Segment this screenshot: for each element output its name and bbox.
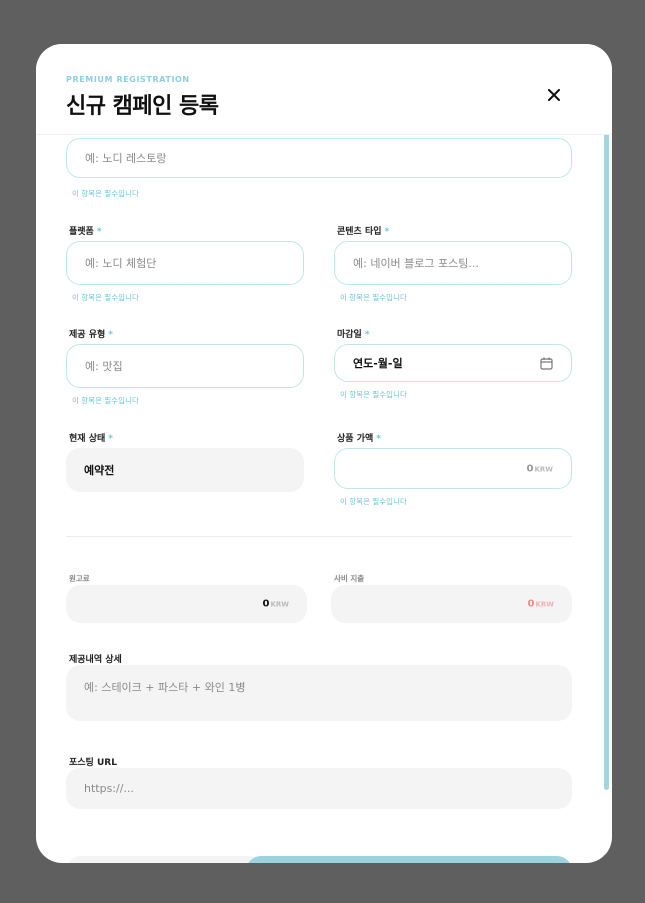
product-price-input[interactable]: 0 KRW — [334, 448, 572, 489]
posting-url-label: 포스팅 URL — [69, 758, 117, 768]
campaign-name-placeholder: 예: 노디 레스토랑 — [85, 152, 167, 165]
fee-suffix: 0 KRW — [262, 598, 289, 610]
content-type-input[interactable]: 예: 네이버 블로그 포스팅... — [334, 241, 572, 285]
own-expense-label: 사비 지출 — [334, 574, 365, 583]
own-expense-suffix: 0 KRW — [527, 598, 554, 610]
offer-type-hint: 이 항목은 필수입니다 — [72, 396, 139, 405]
platform-placeholder: 예: 노디 체험단 — [85, 257, 157, 270]
scrollbar-thumb[interactable] — [604, 94, 609, 790]
offer-type-label: 제공 유형 * — [69, 330, 113, 340]
deadline-date-input[interactable]: 연도-월-일 — [334, 344, 572, 382]
campaign-name-hint: 이 항목은 필수입니다 — [72, 189, 139, 198]
platform-input[interactable]: 예: 노디 체험단 — [66, 241, 304, 285]
status-label: 현재 상태 * — [69, 434, 113, 444]
offer-type-input[interactable]: 예: 맛집 — [66, 344, 304, 388]
close-button[interactable] — [541, 82, 567, 108]
offer-detail-textarea[interactable]: 예: 스테이크 + 파스타 + 와인 1병 — [66, 665, 572, 721]
posting-url-placeholder: https://... — [84, 782, 134, 795]
fee-label: 원고료 — [69, 574, 90, 583]
offer-detail-placeholder: 예: 스테이크 + 파스타 + 와인 1병 — [84, 681, 246, 694]
modal-header: PREMIUM REGISTRATION 신규 캠페인 등록 — [36, 44, 612, 135]
deadline-hint: 이 항목은 필수입니다 — [340, 390, 407, 399]
product-price-suffix: 0 KRW — [526, 463, 553, 474]
content-type-hint: 이 항목은 필수입니다 — [340, 293, 407, 302]
eyebrow-label: PREMIUM REGISTRATION — [66, 75, 190, 84]
section-divider — [66, 536, 572, 537]
campaign-registration-modal: PREMIUM REGISTRATION 신규 캠페인 등록 예: 노디 레스토… — [36, 44, 612, 863]
product-price-label: 상품 가액 * — [337, 434, 381, 444]
offer-type-placeholder: 예: 맛집 — [85, 360, 123, 373]
campaign-name-input[interactable]: 예: 노디 레스토랑 — [66, 138, 572, 178]
close-icon — [548, 89, 560, 101]
status-select[interactable]: 예약전 — [66, 448, 304, 492]
product-price-hint: 이 항목은 필수입니다 — [340, 497, 407, 506]
cancel-button[interactable] — [66, 856, 262, 863]
deadline-label: 마감일 * — [337, 330, 370, 340]
offer-detail-label: 제공내역 상세 — [69, 655, 122, 665]
scroll-down-arrow[interactable] — [603, 855, 609, 859]
posting-url-input[interactable]: https://... — [66, 768, 572, 809]
own-expense-input[interactable]: 0 KRW — [331, 585, 572, 623]
deadline-value: 연도-월-일 — [353, 357, 403, 370]
platform-hint: 이 항목은 필수입니다 — [72, 293, 139, 302]
fee-input[interactable]: 0 KRW — [66, 585, 307, 623]
content-type-placeholder: 예: 네이버 블로그 포스팅... — [353, 257, 479, 270]
submit-button[interactable] — [246, 856, 572, 863]
modal-body: 예: 노디 레스토랑 이 항목은 필수입니다 플랫폼 * 예: 노디 체험단 이 … — [36, 134, 612, 863]
modal-title: 신규 캠페인 등록 — [66, 94, 219, 119]
content-type-label: 콘텐츠 타입 * — [337, 227, 390, 237]
platform-label: 플랫폼 * — [69, 227, 102, 237]
calendar-icon[interactable] — [540, 357, 553, 370]
status-value: 예약전 — [84, 464, 115, 477]
